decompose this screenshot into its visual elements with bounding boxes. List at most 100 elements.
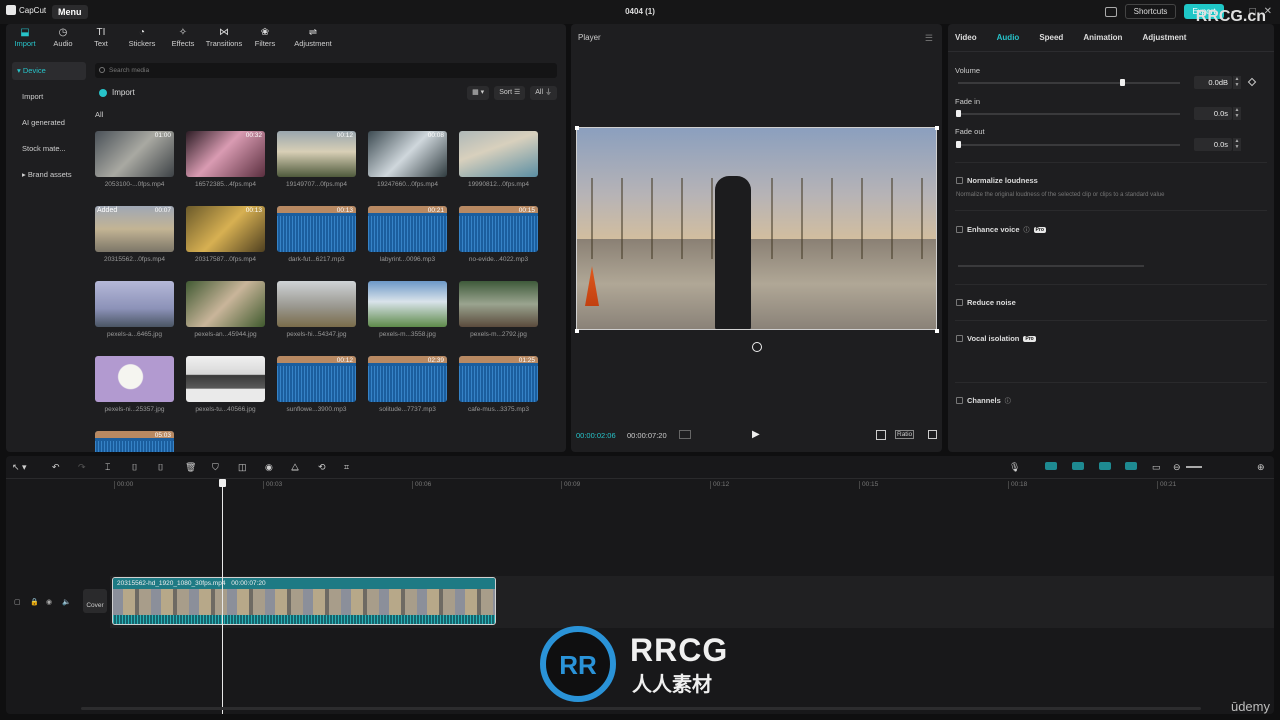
resize-handle-tl[interactable] [575, 126, 579, 130]
volume-value[interactable]: 0.0dB [1194, 76, 1232, 89]
tab-transitions[interactable]: ⋈ Transitions [202, 24, 246, 52]
mirror-icon[interactable]: ⧋ [291, 462, 299, 473]
view-mode-button[interactable]: ▦ ▾ [467, 86, 490, 100]
freeze-icon[interactable]: ◫ [238, 462, 247, 473]
checkbox-icon[interactable] [956, 397, 963, 404]
media-item[interactable]: 02:39 solitude...7737.mp3 [368, 356, 447, 413]
tab-text[interactable]: TI Text [82, 24, 120, 52]
speaker-icon[interactable]: 🔈 [62, 598, 71, 606]
media-item[interactable]: 00:08 19247660...0fps.mp4 [368, 131, 447, 188]
split-icon[interactable]: ⌶ [105, 462, 110, 473]
playhead[interactable] [222, 479, 223, 714]
media-item[interactable]: 01:00 2053100-...0fps.mp4 [95, 131, 174, 188]
marker-icon[interactable]: ⛉ [212, 462, 219, 473]
volume-slider-knob[interactable] [1120, 79, 1126, 86]
media-item[interactable]: 00:07 Added 20315562...0fps.mp4 [95, 206, 174, 263]
fade-in-stepper[interactable]: ▲ ▼ [1233, 107, 1241, 120]
side-nav-stock-materials[interactable]: Stock mate... [12, 140, 86, 158]
vocal-isolation-toggle[interactable]: Vocal isolation Pro [956, 334, 1036, 343]
main-track-magnet-icon[interactable] [1045, 462, 1057, 470]
player-menu-icon[interactable]: ☰ [925, 33, 933, 44]
channels-toggle[interactable]: Channels ⓘ [956, 396, 1011, 405]
select-tool-icon[interactable]: ↖ ▾ [12, 462, 27, 473]
side-nav-device[interactable]: ▾ Device [12, 62, 86, 80]
eye-icon[interactable]: ◉ [46, 598, 52, 606]
media-item[interactable]: pexels-m...3558.jpg [368, 281, 447, 338]
checkbox-icon[interactable] [956, 335, 963, 342]
fade-in-value[interactable]: 0.0s [1194, 107, 1232, 120]
enhance-voice-toggle[interactable]: Enhance voice ⓘ Pro [956, 225, 1046, 234]
tab-import[interactable]: ⬓ Import [6, 24, 44, 52]
auto-snap-icon[interactable] [1072, 462, 1084, 470]
playhead-handle[interactable] [219, 479, 226, 487]
media-item[interactable]: 00:12 sunflowe...3900.mp3 [277, 356, 356, 413]
rotate-handle-icon[interactable] [752, 342, 762, 352]
fade-out-value[interactable]: 0.0s [1194, 138, 1232, 151]
play-icon[interactable]: ▶ [752, 429, 760, 440]
screenshot-icon[interactable] [876, 430, 886, 440]
crop-icon[interactable]: ⌗ [344, 462, 349, 473]
media-item[interactable]: 05:03 [95, 431, 174, 452]
tab-stickers[interactable]: ◔ Stickers [120, 24, 164, 52]
microphone-icon[interactable]: 🎙 [1009, 462, 1020, 473]
media-item[interactable]: pexels-m...2792.jpg [459, 281, 538, 338]
timecode-grid-icon[interactable] [679, 430, 691, 439]
side-nav-brand-assets[interactable]: ▸ Brand assets [12, 166, 86, 184]
normalize-loudness-toggle[interactable]: Normalize loudness [956, 176, 1038, 185]
media-item[interactable]: 00:21 labyrint...0096.mp3 [368, 206, 447, 263]
checkbox-icon[interactable] [956, 177, 963, 184]
media-item[interactable]: pexels-a...6465.jpg [95, 281, 174, 338]
prop-tab-speed[interactable]: Speed [1039, 33, 1063, 42]
tab-effects[interactable]: ✧ Effects [164, 24, 202, 52]
zoom-slider[interactable] [1186, 466, 1202, 468]
media-item[interactable]: 01:25 cafe-mus...3375.mp3 [459, 356, 538, 413]
timeline-scrollbar[interactable] [81, 707, 1201, 710]
media-item[interactable]: 00:32 16572385...4fps.mp4 [186, 131, 265, 188]
subtitle-icon[interactable]: ▭ [1152, 462, 1161, 473]
side-nav-import[interactable]: Import [12, 88, 86, 106]
ratio-button[interactable]: Ratio [895, 430, 915, 439]
fade-in-slider-knob[interactable] [956, 110, 961, 117]
media-item[interactable]: 00:15 no-evide...4022.mp3 [459, 206, 538, 263]
shortcuts-button[interactable]: Shortcuts [1124, 4, 1177, 19]
media-item[interactable]: pexels-ni...25357.jpg [95, 356, 174, 413]
split-right-icon[interactable]: ⌷ [158, 462, 163, 473]
tab-adjustment[interactable]: ⇌ Adjustment [284, 24, 342, 52]
tab-audio[interactable]: ◷ Audio [44, 24, 82, 52]
preview-axis-icon[interactable] [1125, 462, 1137, 470]
lock-icon[interactable]: 🔒 [30, 598, 39, 606]
media-item[interactable]: 19990812...0fps.mp4 [459, 131, 538, 188]
rotate-icon[interactable]: ⟲ [318, 462, 326, 473]
delete-icon[interactable]: 🗑 [185, 462, 196, 473]
checkbox-icon[interactable] [956, 299, 963, 306]
split-left-icon[interactable]: ⌷ [132, 462, 137, 473]
prop-tab-audio[interactable]: Audio [997, 33, 1020, 42]
resize-handle-bl[interactable] [575, 329, 579, 333]
side-nav-ai-generated[interactable]: AI generated [12, 114, 86, 132]
fade-in-slider[interactable] [958, 113, 1180, 115]
sort-button[interactable]: Sort ☰ [494, 86, 526, 100]
info-icon[interactable]: ⓘ [1005, 396, 1011, 405]
fade-out-slider-knob[interactable] [956, 141, 961, 148]
prop-tab-video[interactable]: Video [955, 33, 977, 42]
media-item[interactable]: pexels-tu...40566.jpg [186, 356, 265, 413]
cover-button[interactable]: Cover [83, 589, 107, 613]
checkbox-icon[interactable] [956, 226, 963, 233]
resize-handle-br[interactable] [935, 329, 939, 333]
volume-slider[interactable] [958, 82, 1180, 84]
resize-handle-tr[interactable] [935, 126, 939, 130]
zoom-out-icon[interactable]: ⊖ [1173, 462, 1181, 473]
import-button[interactable]: Import [99, 88, 135, 97]
undo-icon[interactable]: ↶ [52, 462, 60, 473]
linkage-icon[interactable] [1099, 462, 1111, 470]
tab-filters[interactable]: ❀ Filters [246, 24, 284, 52]
zoom-fit-icon[interactable]: ⊕ [1257, 462, 1265, 473]
media-item[interactable]: pexels-hi...54347.jpg [277, 281, 356, 338]
volume-stepper[interactable]: ▲ ▼ [1233, 76, 1241, 89]
redo-icon[interactable]: ↷ [78, 462, 86, 473]
filter-all-button[interactable]: All ⏚ [530, 86, 557, 100]
layout-icon[interactable] [1104, 6, 1117, 17]
speed-icon[interactable]: ◉ [265, 462, 273, 473]
video-preview[interactable] [576, 127, 937, 330]
search-input[interactable]: Search media [95, 63, 557, 78]
